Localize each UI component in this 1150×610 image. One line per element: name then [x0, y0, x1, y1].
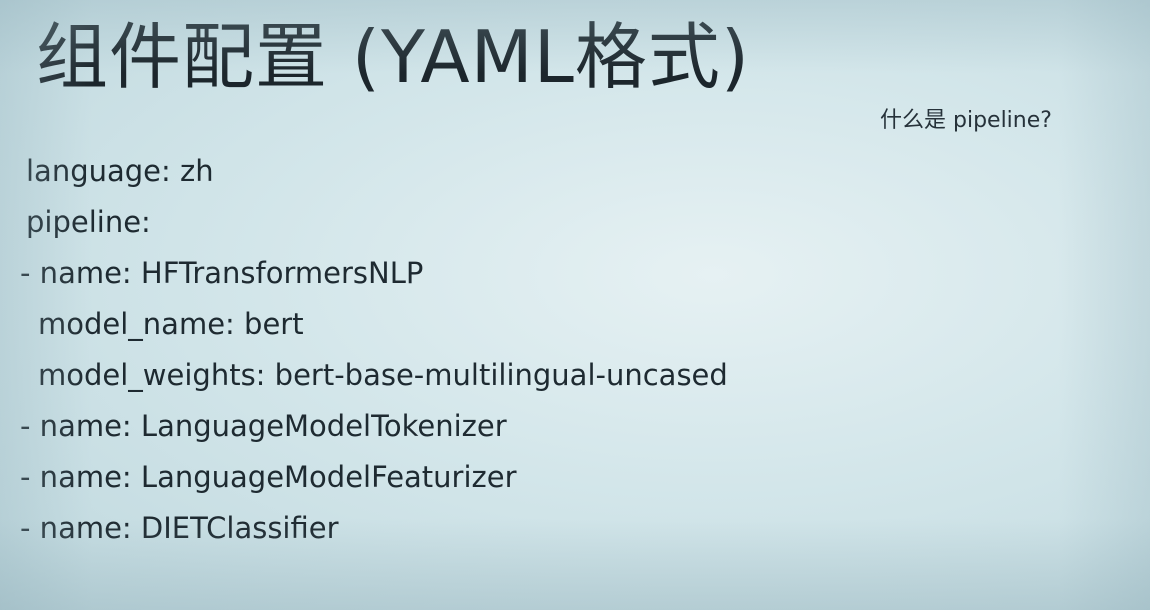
yaml-line-classifier: - name: DIETClassifier	[20, 511, 339, 545]
yaml-line-tokenizer: - name: LanguageModelTokenizer	[20, 409, 507, 443]
yaml-line-language: language: zh	[26, 154, 214, 188]
presentation-slide: 组件配置 (YAML格式) 什么是 pipeline? language: zh…	[0, 0, 1150, 610]
side-question-note: 什么是 pipeline?	[880, 108, 1052, 133]
yaml-line-featurizer: - name: LanguageModelFeaturizer	[20, 460, 517, 494]
yaml-config-block: language: zh pipeline: - name: HFTransfo…	[20, 146, 728, 554]
slide-title: 组件配置 (YAML格式)	[36, 15, 750, 99]
yaml-line-model-name: model_name: bert	[38, 307, 304, 341]
yaml-line-pipeline: pipeline:	[26, 205, 151, 239]
yaml-line-model-weights: model_weights: bert-base-multilingual-un…	[38, 358, 728, 392]
yaml-line-hftransformers: - name: HFTransformersNLP	[20, 256, 424, 290]
